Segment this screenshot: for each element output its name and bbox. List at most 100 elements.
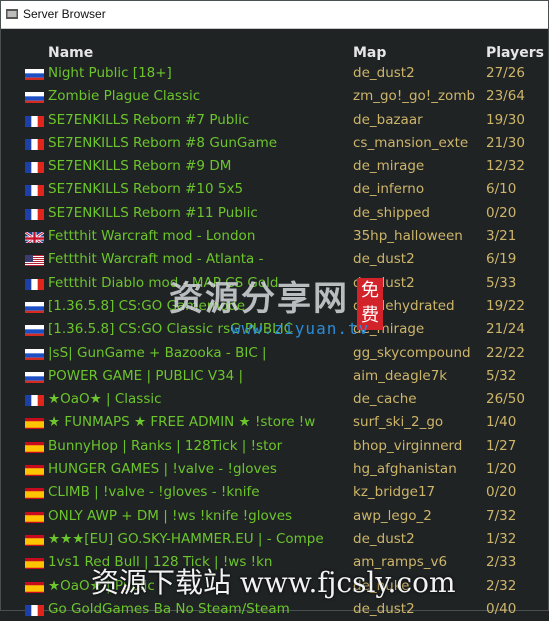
server-players: 0/20 bbox=[486, 484, 517, 501]
server-row[interactable]: BunnyHop | Ranks | 128Tick | !stor bhop_v… bbox=[1, 435, 548, 458]
server-map: de_cache bbox=[353, 391, 417, 408]
server-row[interactable]: SE7ENKILLS Reborn #7 Public de_bazaar 19/3… bbox=[1, 109, 548, 132]
flag-france-icon bbox=[25, 114, 44, 127]
server-name: Night Public [18+] bbox=[48, 65, 172, 81]
flag-spain-icon bbox=[25, 580, 44, 593]
server-players: 21/24 bbox=[486, 321, 525, 338]
server-players: 26/50 bbox=[486, 391, 525, 408]
server-row[interactable]: ★OaO★ | Classic de_cache 26/50 bbox=[1, 388, 548, 411]
server-row[interactable]: Go GoldGames Ba No Steam/Steam de_dust2 0/… bbox=[1, 598, 548, 621]
server-players: 3/21 bbox=[486, 228, 517, 245]
flag-russia-icon bbox=[25, 323, 44, 337]
server-row[interactable]: SE7ENKILLS Reborn #9 DM de_mirage 12/32 bbox=[1, 155, 548, 178]
server-name: Go GoldGames Ba No Steam/Steam bbox=[48, 600, 290, 617]
server-map: zm_go!_go!_zomb bbox=[353, 88, 476, 105]
server-players: 5/32 bbox=[486, 367, 517, 384]
watermark-center: 资源分享网 bbox=[169, 279, 349, 319]
server-players: 21/30 bbox=[486, 134, 525, 151]
server-browser-window: Server Browser Name Map Players Night Pu… bbox=[0, 0, 549, 617]
server-players: 1/27 bbox=[486, 437, 517, 454]
server-name: SE7ENKILLS Reborn #7 Public bbox=[48, 111, 250, 128]
server-name: ★OaO★ | Classic bbox=[48, 391, 162, 408]
server-map: cs_mansion_exte bbox=[353, 134, 469, 151]
server-row[interactable]: HUNGER GAMES | !valve - !gloves hg_afghan… bbox=[1, 458, 548, 481]
flag-spain-icon bbox=[25, 440, 44, 453]
server-name: SE7ENKILLS Reborn #9 DM bbox=[48, 158, 232, 175]
server-name: SE7ENKILLS Reborn #11 Public bbox=[48, 204, 258, 221]
server-row[interactable]: Zombie Plague Classic zm_go!_go!_zomb 23/6… bbox=[1, 85, 548, 108]
server-players: 19/22 bbox=[486, 297, 525, 314]
server-players: 1/32 bbox=[486, 530, 517, 547]
flag-russia-icon bbox=[25, 67, 44, 80]
server-row[interactable]: Fettthit Warcraft mod - London 35hp_hallo… bbox=[1, 225, 548, 248]
flag-russia-icon bbox=[25, 347, 44, 360]
flag-spain-icon bbox=[25, 463, 44, 477]
server-map: kz_bridge17 bbox=[353, 484, 436, 501]
server-map: de_dust2 bbox=[353, 530, 415, 547]
server-row[interactable]: ★ FUNMAPS ★ FREE ADMIN ★ !store !w surf_s… bbox=[1, 411, 548, 434]
server-players: 23/64 bbox=[486, 88, 525, 105]
flag-spain-icon bbox=[25, 556, 44, 570]
server-row[interactable]: SE7ENKILLS Reborn #8 GunGame cs_mansion_e… bbox=[1, 132, 548, 155]
server-name: POWER GAME | PUBLIC V34 | bbox=[48, 367, 244, 384]
server-row[interactable]: |sS| GunGame + Bazooka - BIC | gg_skycomp… bbox=[1, 342, 548, 365]
column-header-players[interactable]: Players bbox=[486, 45, 544, 61]
server-players: 0/40 bbox=[486, 600, 517, 617]
flag-spain-icon bbox=[25, 510, 44, 523]
server-row[interactable]: Fettthit Warcraft mod - Atlanta - de_dust… bbox=[1, 248, 548, 271]
server-row[interactable]: CLIMB | !valve - !gloves - !knife kz_brid… bbox=[1, 481, 548, 504]
flag-russia-icon bbox=[25, 370, 44, 383]
server-map: de_mirage bbox=[353, 158, 425, 175]
server-players: 1/20 bbox=[486, 461, 517, 478]
server-name: Fettthit Warcraft mod - London bbox=[48, 228, 256, 245]
flag-france-icon bbox=[25, 603, 44, 616]
server-players: 7/32 bbox=[486, 507, 517, 524]
flag-russia-icon bbox=[25, 300, 44, 313]
server-map: gg_skycompound bbox=[353, 344, 471, 361]
server-map: awp_lego_2 bbox=[353, 507, 432, 524]
server-row[interactable]: POWER GAME | PUBLIC V34 | aim_deagle7k 5/3… bbox=[1, 365, 548, 388]
server-name: BunnyHop | Ranks | 128Tick | !stor bbox=[48, 437, 283, 454]
server-players: 0/20 bbox=[486, 204, 517, 221]
server-map: hg_afghanistan bbox=[353, 461, 457, 478]
server-row[interactable]: SE7ENKILLS Reborn #10 5x5 de_inferno 6/10 bbox=[1, 178, 548, 201]
title-bar[interactable]: Server Browser bbox=[1, 1, 548, 29]
flag-uk-icon bbox=[25, 230, 44, 244]
server-name: Zombie Plague Classic bbox=[48, 88, 201, 105]
server-map: de_dust2 bbox=[353, 251, 415, 268]
server-players: 2/32 bbox=[486, 577, 517, 594]
flag-russia-icon bbox=[25, 90, 44, 104]
server-map: de_inferno bbox=[353, 181, 425, 198]
app-icon bbox=[6, 9, 18, 19]
server-row[interactable]: SE7ENKILLS Reborn #11 Public de_shipped 0/… bbox=[1, 202, 548, 225]
window-title: Server Browser bbox=[23, 7, 106, 21]
server-name: Fettthit Warcraft mod - Atlanta - bbox=[48, 251, 264, 268]
server-map: aim_deagle7k bbox=[353, 367, 448, 384]
server-map: surf_ski_2_go bbox=[353, 414, 444, 431]
flag-france-icon bbox=[25, 277, 44, 290]
server-name: ★ FUNMAPS ★ FREE ADMIN ★ !store !w bbox=[48, 414, 316, 431]
server-players: 19/30 bbox=[486, 111, 525, 128]
server-players: 27/26 bbox=[486, 65, 525, 81]
server-row[interactable]: ★★★[EU] GO.SKY-HAMMER.EU | - Compe de_dus… bbox=[1, 528, 548, 551]
server-map: de_shipped bbox=[353, 204, 430, 221]
flag-france-icon bbox=[25, 393, 44, 407]
flag-spain-icon bbox=[25, 486, 44, 500]
server-map: de_dust2 bbox=[353, 65, 415, 81]
server-players: 12/32 bbox=[486, 158, 525, 175]
server-row[interactable]: Night Public [18+] de_dust2 27/26 bbox=[1, 62, 548, 85]
server-map: bhop_virginnerd bbox=[353, 437, 463, 454]
flag-france-icon bbox=[25, 207, 44, 220]
column-header-name[interactable]: Name bbox=[48, 45, 93, 61]
flag-france-icon bbox=[25, 183, 44, 197]
server-list: Night Public [18+] de_dust2 27/26 Zombie Pl… bbox=[1, 62, 548, 621]
server-row[interactable]: ONLY AWP + DM | !ws !knife !gloves awp_le… bbox=[1, 505, 548, 528]
server-players: 22/22 bbox=[486, 344, 525, 361]
server-players: 1/40 bbox=[486, 414, 517, 431]
column-header-map[interactable]: Map bbox=[353, 45, 386, 61]
server-name: CLIMB | !valve - !gloves - !knife bbox=[48, 484, 260, 501]
server-players: 6/19 bbox=[486, 251, 517, 268]
server-name: ONLY AWP + DM | !ws !knife !gloves bbox=[48, 507, 293, 524]
flag-spain-icon bbox=[25, 533, 44, 546]
server-name: ★★★[EU] GO.SKY-HAMMER.EU | - Compe bbox=[48, 530, 324, 547]
